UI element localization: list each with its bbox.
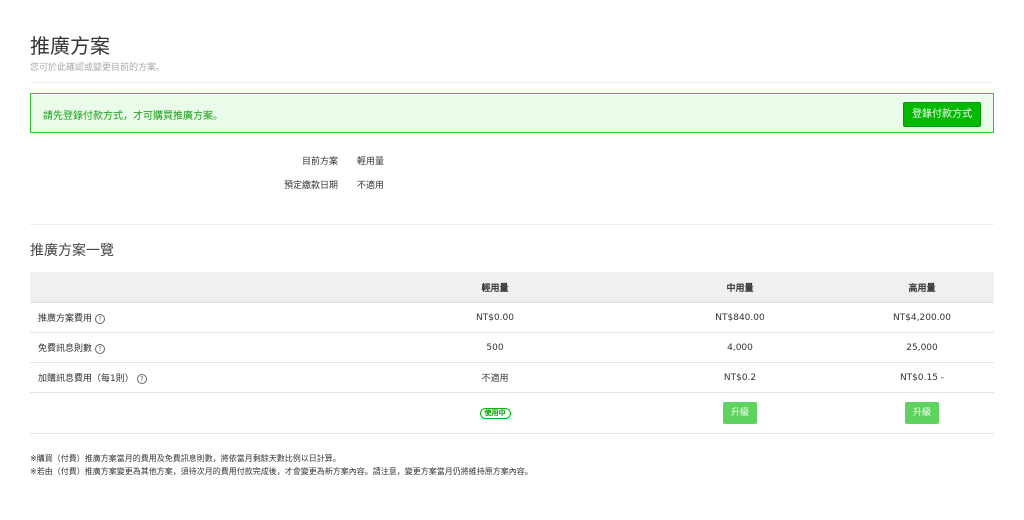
table-row: 推廣方案費用? NT$0.00 NT$840.00 NT$4,200.00 [30,302,994,333]
plans-section-title: 推廣方案一覽 [30,243,114,259]
table-cell: 不適用 [360,362,630,393]
current-plan-value: 輕用量 [357,157,385,167]
help-icon[interactable]: ? [95,343,106,354]
table-row-actions: 使用中 升級 升級 [30,392,994,434]
divider [30,224,994,225]
column-header [30,272,360,303]
table-cell: 使用中 [360,392,630,434]
table-cell: NT$0.2 [630,362,850,393]
table-header-row: 輕用量 中用量 高用量 [30,272,994,303]
table-cell: NT$0.15 - [850,362,994,393]
row-label: 免費訊息則數 [38,344,93,354]
row-label: 加購訊息費用（每1則） [38,374,134,384]
page-subtitle: 您可於此確認或變更目前的方案。 [30,63,166,73]
divider [30,82,994,83]
column-header-medium: 中用量 [630,272,850,303]
help-icon[interactable]: ? [95,313,106,324]
table-cell: 升級 [630,392,850,434]
table-row: 免費訊息則數? 500 4,000 25,000 [30,332,994,363]
in-use-badge: 使用中 [479,407,511,419]
row-label-cell: 加購訊息費用（每1則）? [30,362,360,393]
table-row: 加購訊息費用（每1則）? 不適用 NT$0.2 NT$0.15 - [30,362,994,393]
register-payment-button[interactable]: 登錄付款方式 [903,102,981,127]
payment-alert: 請先登錄付款方式，才可購買推廣方案。 登錄付款方式 [30,93,994,133]
column-header-light: 輕用量 [360,272,630,303]
page-title: 推廣方案 [30,34,110,58]
row-label: 推廣方案費用 [38,314,93,324]
help-icon[interactable]: ? [136,373,147,384]
table-cell: NT$840.00 [630,302,850,333]
note-line: ※購買（付費）推廣方案當月的費用及免費訊息則數，將依當月剩餘天數比例以日計算。 [30,454,341,463]
upgrade-heavy-button[interactable]: 升級 [905,402,939,424]
note-line: ※若由（付費）推廣方案變更為其他方案，須待次月的費用付款完成後，才會變更為新方案… [30,467,533,476]
row-label-cell: 推廣方案費用? [30,302,360,333]
next-payment-label: 預定繳款日期 [283,181,338,191]
table-cell: 25,000 [850,332,994,363]
table-cell [30,392,360,434]
notes: ※購買（付費）推廣方案當月的費用及免費訊息則數，將依當月剩餘天數比例以日計算。 … [30,452,533,478]
table-cell: NT$4,200.00 [850,302,994,333]
table-cell: NT$0.00 [360,302,630,333]
row-label-cell: 免費訊息則數? [30,332,360,363]
alert-message: 請先登錄付款方式，才可購買推廣方案。 [43,111,223,122]
current-plan-label: 目前方案 [301,157,338,167]
table-cell: 4,000 [630,332,850,363]
next-payment-value: 不適用 [357,181,385,191]
plans-table: 輕用量 中用量 高用量 推廣方案費用? NT$0.00 NT$840.00 NT… [30,272,994,434]
table-cell: 升級 [850,392,994,434]
upgrade-medium-button[interactable]: 升級 [723,402,757,424]
table-cell: 500 [360,332,630,363]
column-header-heavy: 高用量 [850,272,994,303]
